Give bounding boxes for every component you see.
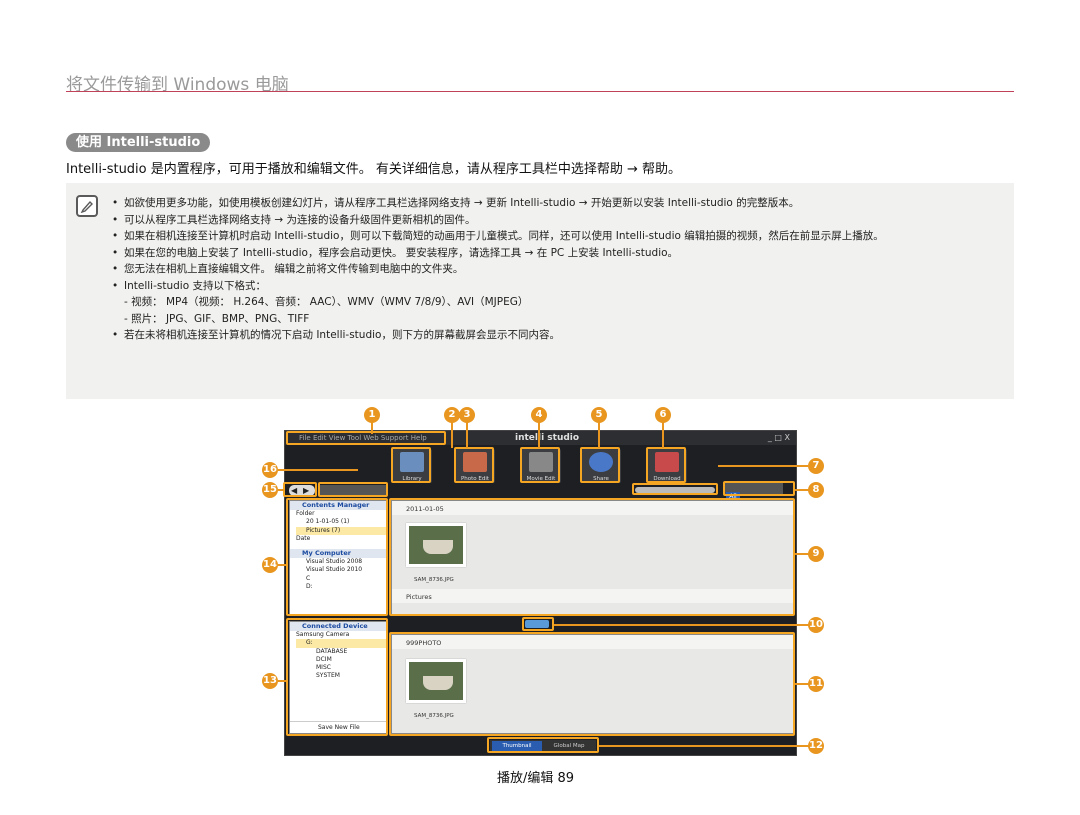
- callout-line: [278, 680, 286, 682]
- callout-16: 16: [262, 462, 278, 478]
- callout-line: [662, 422, 664, 448]
- highlight-device-main: [389, 632, 795, 736]
- note-item: 如果在您的电脑上安装了 Intelli-studio，程序会启动更快。 要安装程…: [112, 245, 1002, 262]
- app-logo: intelli studio: [515, 433, 580, 443]
- section-pill: 使用 Intelli-studio: [66, 133, 211, 152]
- highlight-view-buttons: [723, 481, 795, 496]
- callout-8: 8: [808, 482, 824, 498]
- callout-3: 3: [459, 407, 475, 423]
- callout-13: 13: [262, 673, 278, 689]
- callout-4: 4: [531, 407, 547, 423]
- callout-12: 12: [808, 738, 824, 754]
- callout-7: 7: [808, 458, 824, 474]
- note-sub-item: - 照片： JPG、GIF、BMP、PNG、TIFF: [124, 312, 310, 325]
- callout-line: [451, 422, 453, 448]
- callout-line: [371, 422, 373, 434]
- callout-1: 1: [364, 407, 380, 423]
- note-sub-item: - 视频： MP4（视频： H.264、音频： AAC）、WMV（WMV 7/8…: [124, 296, 529, 308]
- callout-line: [795, 683, 809, 685]
- note-item: 如果在相机连接至计算机时启动 Intelli-studio，则可以下载简短的动画…: [112, 228, 1002, 245]
- callout-line: [538, 422, 540, 448]
- highlight-share: [580, 447, 620, 483]
- highlight-library: [391, 447, 431, 483]
- callout-15: 15: [262, 482, 278, 498]
- highlight-quick-toolbar: [318, 482, 388, 497]
- callout-9: 9: [808, 546, 824, 562]
- callout-10: 10: [808, 617, 824, 633]
- callout-6: 6: [655, 407, 671, 423]
- highlight-toggle: [522, 617, 554, 631]
- callout-line: [278, 564, 286, 566]
- note-item: 若在未将相机连接至计算机的情况下启动 Intelli-studio，则下方的屏幕…: [112, 327, 1002, 344]
- callout-line: [554, 624, 809, 626]
- highlight-device-panel: [286, 618, 388, 736]
- note-box: 如欲使用更多功能，如使用模板创建幻灯片，请从程序工具栏选择网络支持 → 更新 I…: [66, 183, 1014, 399]
- intro-text: Intelli-studio 是内置程序，可用于播放和编辑文件。 有关详细信息，…: [66, 162, 682, 177]
- highlight-tabs: [487, 737, 599, 753]
- highlight-photo-edit: [454, 447, 494, 483]
- callout-14: 14: [262, 557, 278, 573]
- highlight-main-panel: [389, 498, 795, 616]
- note-pencil-icon: [76, 195, 98, 217]
- callout-line: [466, 422, 468, 448]
- highlight-download: [646, 447, 686, 483]
- callout-line: [795, 553, 809, 555]
- callout-line: [598, 422, 600, 448]
- highlight-nav: [283, 482, 317, 497]
- callout-line: [718, 465, 808, 467]
- callout-2: 2: [444, 407, 460, 423]
- note-list: 如欲使用更多功能，如使用模板创建幻灯片，请从程序工具栏选择网络支持 → 更新 I…: [112, 195, 1002, 344]
- note-item: Intelli-studio 支持以下格式：: [112, 278, 1002, 295]
- highlight-zoom: [632, 483, 718, 495]
- note-item: 可以从程序工具栏选择网络支持 → 为连接的设备升级固件更新相机的固件。: [112, 212, 1002, 229]
- window-controls[interactable]: _ □ X: [768, 431, 790, 445]
- note-item: 您无法在相机上直接编辑文件。 编辑之前将文件传输到电脑中的文件夹。: [112, 261, 1002, 278]
- callout-5: 5: [591, 407, 607, 423]
- header-divider: [66, 91, 1014, 92]
- callout-line: [278, 489, 284, 491]
- callout-line: [278, 469, 358, 471]
- highlight-folder-panel: [286, 498, 388, 616]
- callout-line: [599, 745, 809, 747]
- callout-line: [795, 489, 809, 491]
- highlight-movie-edit: [520, 447, 560, 483]
- callout-11: 11: [808, 676, 824, 692]
- note-item: 如欲使用更多功能，如使用模板创建幻灯片，请从程序工具栏选择网络支持 → 更新 I…: [112, 195, 1002, 212]
- page-footer: 播放/编辑 89: [497, 771, 575, 786]
- highlight-menu: [286, 431, 446, 445]
